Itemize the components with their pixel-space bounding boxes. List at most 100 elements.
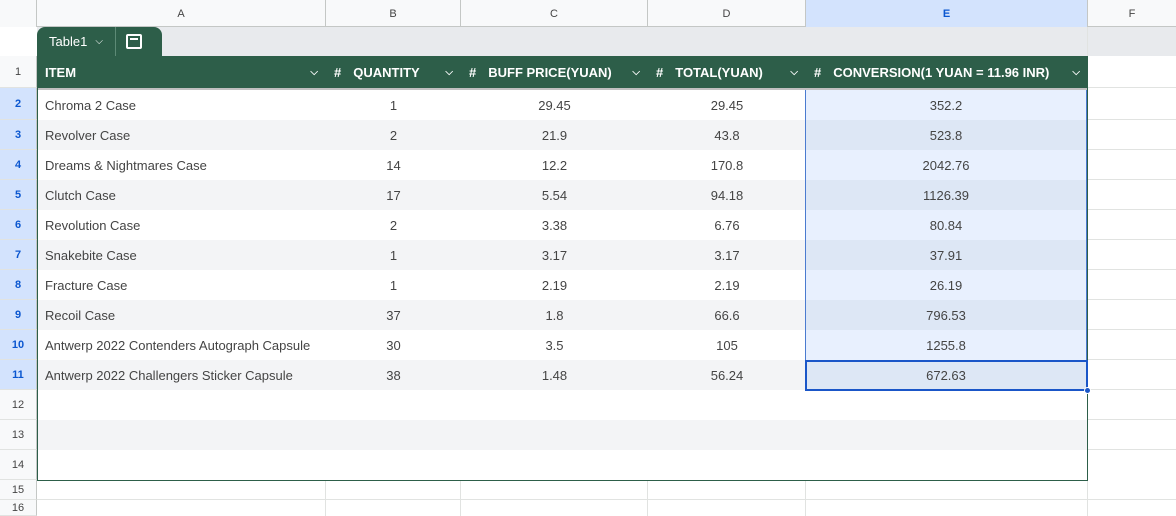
- cell-conversion[interactable]: 1255.8: [805, 330, 1087, 360]
- cell-item[interactable]: Revolution Case: [37, 210, 326, 240]
- cell-buff-price[interactable]: 12.2: [461, 150, 648, 180]
- cell-item[interactable]: Clutch Case: [37, 180, 326, 210]
- cell-conversion[interactable]: 26.19: [805, 270, 1087, 300]
- cell-conversion[interactable]: 796.53: [805, 300, 1087, 330]
- grid-line: [1088, 419, 1176, 420]
- cell-total[interactable]: 6.76: [648, 210, 806, 240]
- chevron-down-icon[interactable]: ⌵: [95, 36, 103, 47]
- row-header-6[interactable]: 6: [0, 210, 37, 240]
- cell-item[interactable]: Revolver Case: [37, 120, 326, 150]
- cell-buff-price[interactable]: 1.8: [461, 300, 648, 330]
- cell-total[interactable]: 105: [648, 330, 806, 360]
- cell-total[interactable]: 94.18: [648, 180, 806, 210]
- row-header-4[interactable]: 4: [0, 150, 37, 180]
- chevron-down-icon[interactable]: ⌵: [790, 67, 798, 78]
- cell-conversion[interactable]: 80.84: [805, 210, 1087, 240]
- header-item-label: ITEM: [45, 64, 77, 80]
- cell-total[interactable]: 29.45: [648, 90, 806, 120]
- cell-buff-price[interactable]: 2.19: [461, 270, 648, 300]
- row-header-16[interactable]: 16: [0, 500, 37, 516]
- row-header-13[interactable]: 13: [0, 420, 37, 450]
- header-quantity[interactable]: # QUANTITY ⌵: [326, 56, 461, 88]
- cell-buff-price[interactable]: 29.45: [461, 90, 648, 120]
- select-all-corner[interactable]: [0, 0, 37, 27]
- row-header-11[interactable]: 11: [0, 360, 37, 390]
- cell-quantity[interactable]: 30: [326, 330, 461, 360]
- calculator-icon[interactable]: [125, 34, 142, 49]
- cell-item[interactable]: Dreams & Nightmares Case: [37, 150, 326, 180]
- cell-total[interactable]: 56.24: [648, 360, 806, 390]
- column-header-c[interactable]: C: [461, 0, 648, 27]
- row-header-7[interactable]: 7: [0, 240, 37, 270]
- cell-buff-price[interactable]: 3.38: [461, 210, 648, 240]
- table-tab-strip: [37, 27, 1176, 56]
- empty-table-row[interactable]: [37, 390, 1088, 420]
- grid-line: [647, 481, 648, 516]
- cell-buff-price[interactable]: 3.5: [461, 330, 648, 360]
- cell-conversion[interactable]: 672.63: [805, 360, 1087, 390]
- grid-line: [460, 481, 461, 516]
- cell-conversion[interactable]: 352.2: [805, 90, 1087, 120]
- header-total[interactable]: # TOTAL(YUAN) ⌵: [648, 56, 806, 88]
- cell-buff-price[interactable]: 5.54: [461, 180, 648, 210]
- cell-item[interactable]: Fracture Case: [37, 270, 326, 300]
- header-buff-price[interactable]: # BUFF PRICE(YUAN) ⌵: [461, 56, 648, 88]
- cell-quantity[interactable]: 1: [326, 90, 461, 120]
- cell-quantity[interactable]: 1: [326, 240, 461, 270]
- grid-line: [1088, 239, 1176, 240]
- cell-quantity[interactable]: 37: [326, 300, 461, 330]
- fill-handle[interactable]: [1084, 387, 1091, 394]
- cell-quantity[interactable]: 17: [326, 180, 461, 210]
- table-name[interactable]: Table1: [37, 34, 87, 49]
- column-header-b[interactable]: B: [326, 0, 461, 27]
- grid-line: [1088, 179, 1176, 180]
- column-header-a[interactable]: A: [37, 0, 326, 27]
- cell-item[interactable]: Recoil Case: [37, 300, 326, 330]
- cell-quantity[interactable]: 1: [326, 270, 461, 300]
- cell-buff-price[interactable]: 3.17: [461, 240, 648, 270]
- header-conversion[interactable]: # CONVERSION(1 YUAN = 11.96 INR) ⌵: [806, 56, 1088, 88]
- row-header-5[interactable]: 5: [0, 180, 37, 210]
- cell-total[interactable]: 3.17: [648, 240, 806, 270]
- cell-total[interactable]: 43.8: [648, 120, 806, 150]
- cell-item[interactable]: Antwerp 2022 Contenders Autograph Capsul…: [37, 330, 326, 360]
- cell-conversion[interactable]: 1126.39: [805, 180, 1087, 210]
- chevron-down-icon[interactable]: ⌵: [445, 67, 453, 78]
- empty-table-row[interactable]: [37, 420, 1088, 450]
- row-header-3[interactable]: 3: [0, 120, 37, 150]
- row-header-12[interactable]: 12: [0, 390, 37, 420]
- column-header-f[interactable]: F: [1088, 0, 1176, 27]
- chevron-down-icon[interactable]: ⌵: [1072, 67, 1080, 78]
- header-conversion-label: CONVERSION(1 YUAN = 11.96 INR): [833, 64, 1050, 80]
- cell-buff-price[interactable]: 21.9: [461, 120, 648, 150]
- cell-quantity[interactable]: 14: [326, 150, 461, 180]
- cell-total[interactable]: 170.8: [648, 150, 806, 180]
- chevron-down-icon[interactable]: ⌵: [310, 67, 318, 78]
- cell-buff-price[interactable]: 1.48: [461, 360, 648, 390]
- table-name-chip[interactable]: Table1 ⌵: [37, 27, 162, 56]
- cell-item[interactable]: Antwerp 2022 Challengers Sticker Capsule: [37, 360, 326, 390]
- cell-quantity[interactable]: 2: [326, 210, 461, 240]
- header-item[interactable]: ITEM ⌵: [37, 56, 326, 88]
- row-header-2[interactable]: 2: [0, 88, 37, 120]
- chevron-down-icon[interactable]: ⌵: [632, 67, 640, 78]
- row-header-9[interactable]: 9: [0, 300, 37, 330]
- cell-quantity[interactable]: 2: [326, 120, 461, 150]
- cell-item[interactable]: Snakebite Case: [37, 240, 326, 270]
- empty-table-row[interactable]: [37, 450, 1088, 480]
- cell-conversion[interactable]: 523.8: [805, 120, 1087, 150]
- row-header-14[interactable]: 14: [0, 450, 37, 480]
- column-header-d[interactable]: D: [648, 0, 806, 27]
- cell-quantity[interactable]: 38: [326, 360, 461, 390]
- row-header-10[interactable]: 10: [0, 330, 37, 360]
- chip-divider: [114, 27, 116, 56]
- column-header-e[interactable]: E: [806, 0, 1088, 27]
- cell-conversion[interactable]: 2042.76: [805, 150, 1087, 180]
- row-header-1[interactable]: 1: [0, 56, 37, 88]
- cell-total[interactable]: 2.19: [648, 270, 806, 300]
- row-header-15[interactable]: 15: [0, 480, 37, 500]
- cell-total[interactable]: 66.6: [648, 300, 806, 330]
- cell-item[interactable]: Chroma 2 Case: [37, 90, 326, 120]
- cell-conversion[interactable]: 37.91: [805, 240, 1087, 270]
- row-header-8[interactable]: 8: [0, 270, 37, 300]
